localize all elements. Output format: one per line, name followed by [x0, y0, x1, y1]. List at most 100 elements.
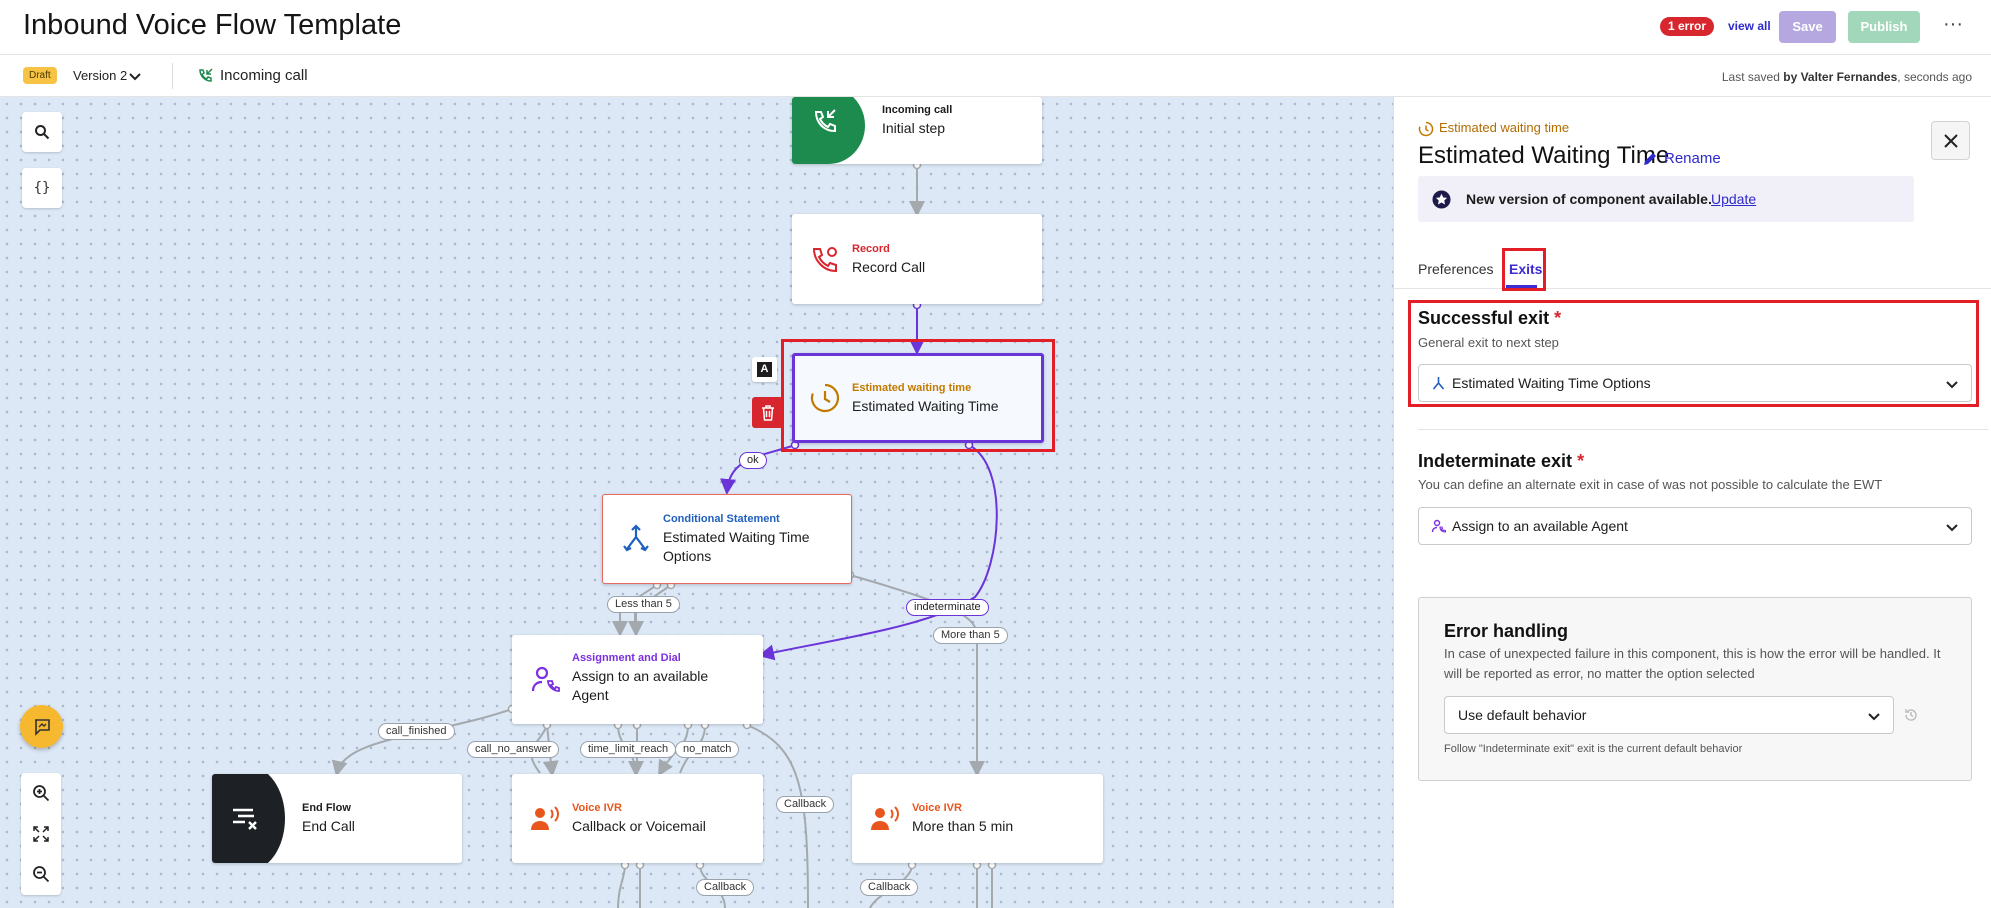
error-handling-description: In case of unexpected failure in this co…	[1444, 646, 1941, 681]
node-name: Record Call	[852, 259, 926, 275]
edge-label-call-finished[interactable]: call_finished	[378, 723, 455, 740]
node-type: Conditional Statement	[663, 513, 780, 525]
edge-label-more-than-5[interactable]: More than 5	[933, 627, 1008, 644]
node-conditional-statement[interactable]: Conditional Statement Estimated Waiting …	[602, 494, 852, 584]
node-type: Assignment and Dial	[572, 652, 681, 664]
variables-button[interactable]: {}	[22, 168, 62, 208]
node-type: Record	[852, 243, 890, 255]
node-assignment-dial[interactable]: Assignment and Dial Assign to an availab…	[512, 635, 763, 724]
version-selector[interactable]: Version 2	[73, 68, 127, 83]
edge-label-indeterminate[interactable]: indeterminate	[906, 599, 989, 616]
error-handling-select[interactable]: Use default behavior	[1444, 696, 1894, 734]
node-voice-ivr-more-than-5[interactable]: Voice IVR More than 5 min	[852, 774, 1103, 863]
edge-label-call-no-answer[interactable]: call_no_answer	[467, 741, 560, 758]
branch-icon	[623, 524, 649, 552]
update-notice: New version of component available. Upda…	[1418, 176, 1914, 222]
indeterminate-exit-value: Assign to an available Agent	[1452, 518, 1628, 534]
node-type: End Flow	[302, 802, 351, 814]
indeterminate-exit-select[interactable]: Assign to an available Agent	[1418, 507, 1972, 545]
required-marker: *	[1577, 451, 1585, 471]
search-button[interactable]	[22, 112, 62, 152]
chevron-down-icon	[1868, 713, 1880, 721]
update-link[interactable]: Update	[1711, 191, 1756, 207]
top-bar: Inbound Voice Flow Template 1 error view…	[0, 0, 1991, 55]
node-voice-ivr-callback[interactable]: Voice IVR Callback or Voicemail	[512, 774, 763, 863]
agent-dial-icon	[531, 666, 560, 692]
zoom-out-button[interactable]	[21, 854, 61, 894]
rename-button[interactable]: Rename	[1644, 150, 1721, 167]
divider	[172, 63, 173, 89]
voice-ivr-icon	[531, 805, 559, 830]
error-handling-value: Use default behavior	[1458, 707, 1587, 723]
error-handling-section: Error handling In case of unexpected fai…	[1418, 597, 1972, 781]
node-type: Voice IVR	[572, 802, 622, 814]
last-saved-text: Last saved by Valter Fernandes, seconds …	[1722, 70, 1972, 84]
label-icon: A	[757, 362, 772, 377]
more-options-button[interactable]: ···	[1940, 13, 1966, 41]
clock-icon	[1418, 121, 1434, 137]
publish-button[interactable]: Publish	[1848, 11, 1920, 43]
trigger-label: Incoming call	[220, 67, 308, 84]
save-button[interactable]: Save	[1779, 11, 1836, 43]
edge-label-callback[interactable]: Callback	[776, 796, 835, 813]
zoom-controls	[21, 773, 61, 895]
node-name: Estimated Waiting Time Options	[663, 529, 810, 564]
node-label-button[interactable]: A	[752, 357, 777, 382]
edge-label-less-than-5[interactable]: Less than 5	[607, 596, 680, 613]
error-count-badge[interactable]: 1 error	[1660, 17, 1715, 36]
tab-preferences[interactable]: Preferences	[1418, 261, 1493, 277]
edge-label-callback[interactable]: Callback	[696, 879, 755, 896]
node-type: Incoming call	[882, 104, 953, 116]
last-saved-time: , seconds ago	[1897, 70, 1972, 84]
edge-label-no-match[interactable]: no_match	[675, 741, 740, 758]
panel-tabs: Preferences Exits	[1394, 255, 1991, 289]
component-type: Estimated waiting time	[1439, 120, 1570, 135]
highlight-selected-node	[781, 339, 1055, 452]
voice-ivr-icon	[871, 805, 899, 830]
notice-text: New version of component available.	[1466, 191, 1712, 207]
feedback-button[interactable]	[20, 705, 63, 748]
node-name: Initial step	[882, 120, 946, 136]
record-call-icon	[812, 247, 837, 273]
highlight-successful-exit	[1408, 300, 1979, 407]
node-name: Callback or Voicemail	[572, 818, 706, 834]
chevron-down-icon[interactable]	[128, 69, 142, 83]
zoom-out-icon	[33, 866, 50, 883]
edge-label-ok[interactable]: ok	[739, 452, 767, 469]
error-handling-title: Error handling	[1444, 621, 1569, 641]
close-icon	[1943, 133, 1958, 148]
properties-panel: Estimated waiting time Estimated Waiting…	[1393, 97, 1991, 908]
delete-node-button[interactable]	[752, 397, 783, 428]
end-flow-icon	[233, 808, 257, 830]
rename-label: Rename	[1664, 150, 1721, 167]
indeterminate-exit-title: Indeterminate exit *	[1418, 451, 1584, 472]
last-saved-prefix: Last saved	[1721, 70, 1784, 84]
chevron-down-icon	[1946, 524, 1958, 532]
node-record-call[interactable]: Record Record Call	[792, 214, 1042, 304]
close-panel-button[interactable]	[1931, 121, 1970, 160]
braces-icon: {}	[33, 180, 51, 196]
flow-canvas[interactable]: {} Incoming call Initial step Record Rec…	[0, 97, 1393, 908]
star-badge-icon	[1432, 190, 1451, 209]
node-end-flow[interactable]: End Flow End Call	[212, 774, 462, 863]
zoom-in-icon	[33, 785, 50, 802]
sub-bar: Draft Version 2 Incoming call Last saved…	[0, 55, 1991, 97]
edge-label-time-limit-reach[interactable]: time_limit_reach	[580, 741, 677, 758]
flow-title[interactable]: Inbound Voice Flow Template	[23, 9, 401, 42]
zoom-in-button[interactable]	[21, 773, 61, 813]
incoming-call-icon	[199, 68, 213, 82]
fit-view-icon	[33, 826, 49, 842]
view-all-errors-link[interactable]: view all	[1728, 19, 1771, 33]
node-incoming-call[interactable]: Incoming call Initial step	[792, 97, 1042, 164]
error-handling-hint: Follow "Indeterminate exit" exit is the …	[1444, 743, 1743, 755]
node-name: More than 5 min	[912, 818, 1014, 834]
feedback-icon	[34, 718, 50, 736]
node-name: End Call	[302, 818, 355, 834]
status-badge: Draft	[23, 67, 57, 84]
edge-label-callback[interactable]: Callback	[860, 879, 919, 896]
fit-view-button[interactable]	[21, 814, 61, 854]
node-type: Voice IVR	[912, 802, 962, 814]
node-name: Assign to an available Agent	[572, 668, 709, 703]
component-title: Estimated Waiting Time	[1418, 142, 1670, 169]
reset-icon[interactable]	[1903, 707, 1919, 723]
